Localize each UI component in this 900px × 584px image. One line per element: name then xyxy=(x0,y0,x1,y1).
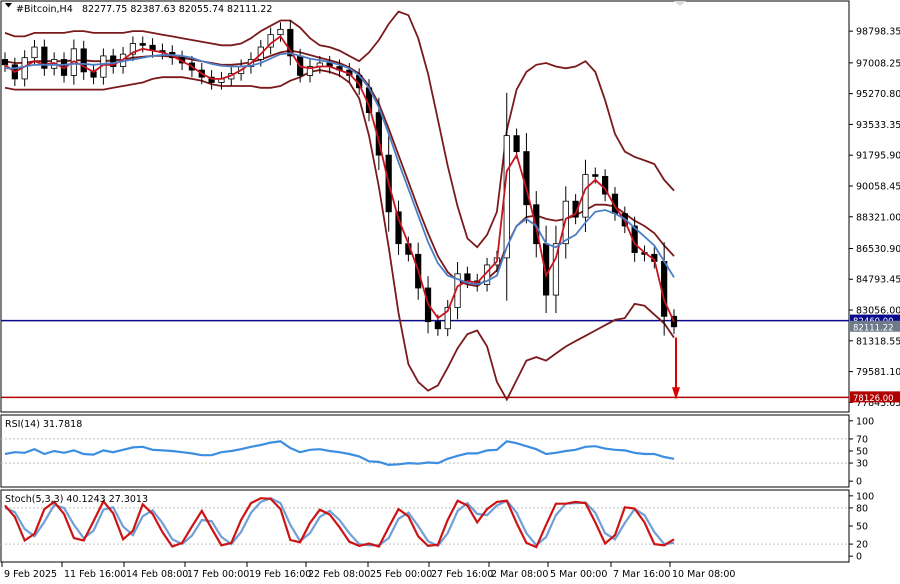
rsi-panel-frame xyxy=(0,414,850,488)
osc-tick-label: 20 xyxy=(856,540,868,551)
time-tick-label: 19 Feb 16:00 xyxy=(249,569,311,580)
time-tick-label: 2 Mar 08:00 xyxy=(491,569,548,580)
candle-body xyxy=(139,43,146,46)
candle-body xyxy=(592,174,599,177)
candle-body xyxy=(277,28,284,36)
candle-body xyxy=(513,135,520,152)
price-tick-label: 90058.45 xyxy=(856,181,900,192)
osc-tick-label: 100 xyxy=(856,416,874,427)
price-tick-label: 97008.25 xyxy=(856,58,900,69)
ohlc-readout: 82277.75 82387.63 82055.74 82111.22 xyxy=(82,4,272,15)
price-tick-label: 98798.35 xyxy=(856,27,900,38)
candle-body xyxy=(1,59,9,66)
candle-body xyxy=(464,273,471,282)
osc-tick-label: 30 xyxy=(856,459,868,470)
price-tick-label: 81318.55 xyxy=(856,336,900,347)
time-tick-label: 10 Mar 08:00 xyxy=(672,569,735,580)
price-label-1: 82111.22 xyxy=(853,323,894,333)
candle-body xyxy=(434,321,441,330)
price-label-2: 78126.00 xyxy=(853,394,894,404)
time-tick-label: 17 Feb 00:00 xyxy=(187,569,249,580)
price-tick-label: 95270.80 xyxy=(856,89,900,100)
osc-tick-label: 100 xyxy=(856,491,874,502)
time-tick-label: 11 Feb 16:00 xyxy=(64,569,126,580)
rsi-title: RSI(14) 31.7818 xyxy=(5,419,82,430)
osc-tick-label: 70 xyxy=(856,434,868,445)
osc-tick-label: 80 xyxy=(856,503,868,514)
stoch-title: Stoch(5,3,3) 40.1243 27.3013 xyxy=(5,494,148,505)
time-tick-label: 7 Mar 16:00 xyxy=(613,569,670,580)
time-tick-label: 25 Feb 00:00 xyxy=(370,569,432,580)
time-tick-label: 27 Feb 16:00 xyxy=(431,569,493,580)
time-tick-label: 5 Mar 00:00 xyxy=(550,569,607,580)
osc-tick-label: 0 xyxy=(856,552,862,563)
time-tick-label: 22 Feb 08:00 xyxy=(308,569,370,580)
osc-tick-label: 50 xyxy=(856,522,868,533)
candle-body xyxy=(31,46,38,59)
price-tick-label: 91795.90 xyxy=(856,151,900,162)
chart-canvas: 98798.35 97008.25 95270.80 93533.35 91795.90… xyxy=(0,0,900,580)
price-tick-label: 79581.10 xyxy=(856,367,900,378)
osc-tick-label: 50 xyxy=(856,447,868,458)
time-tick-label: 14 Feb 08:00 xyxy=(126,569,188,580)
price-tick-label: 88321.00 xyxy=(856,212,900,223)
price-tick-label: 93533.35 xyxy=(856,120,900,131)
chart-title: #Bitcoin,H4 xyxy=(16,4,73,15)
time-tick-label: 9 Feb 2025 xyxy=(4,569,57,580)
osc-tick-label: 0 xyxy=(856,477,862,488)
price-tick-label: 84793.45 xyxy=(856,275,900,286)
price-tick-label: 86530.90 xyxy=(856,244,900,255)
